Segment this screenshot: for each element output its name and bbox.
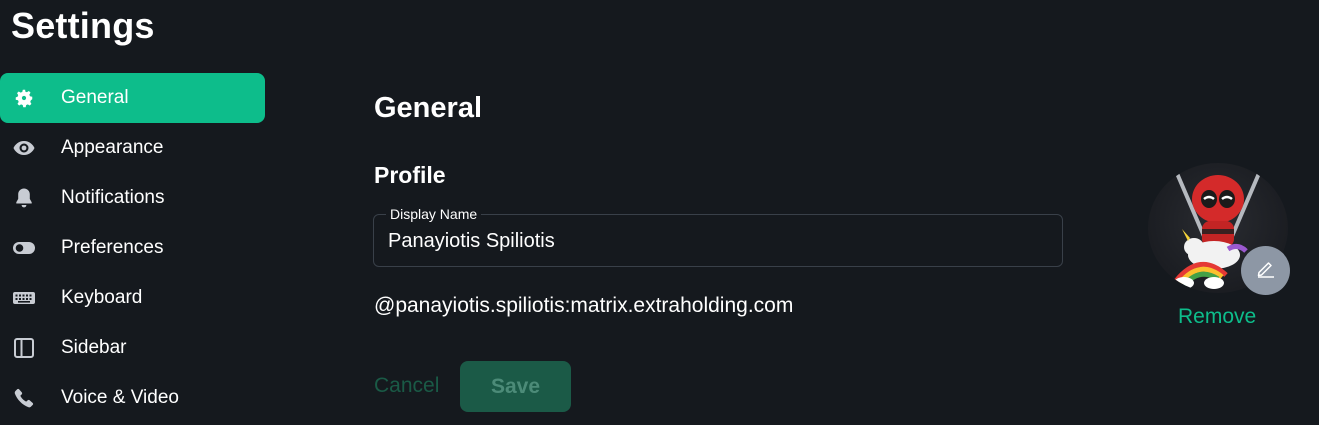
cancel-button[interactable]: Cancel [374,373,439,399]
edit-avatar-button[interactable] [1241,246,1290,295]
avatar-container [1148,163,1293,298]
sidebar-item-voice-video[interactable]: Voice & Video [0,373,265,423]
sidebar-item-label: Voice & Video [61,387,179,408]
sidebar-item-sidebar[interactable]: Sidebar [0,323,265,373]
display-name-label: Display Name [386,206,482,222]
sidebar-item-label: Appearance [61,137,164,158]
sidebar-item-notifications[interactable]: Notifications [0,173,265,223]
profile-heading: Profile [374,162,446,188]
page-title: Settings [11,5,155,46]
sidebar-item-label: Keyboard [61,287,143,308]
sidebar-item-preferences[interactable]: Preferences [0,223,265,273]
settings-sidebar: General Appearance Notifications Prefere… [0,73,265,423]
pencil-icon [1255,257,1277,284]
sidebar-item-label: Sidebar [61,337,127,358]
save-button[interactable]: Save [460,361,571,412]
sidebar-item-appearance[interactable]: Appearance [0,123,265,173]
sidebar-item-label: Notifications [61,187,165,208]
sidebar-item-label: General [61,87,129,108]
remove-avatar-link[interactable]: Remove [1178,304,1256,330]
toggle-icon [12,236,36,260]
gear-icon [12,86,36,110]
display-name-input[interactable] [388,229,1048,253]
eye-icon [12,136,36,160]
keyboard-icon [12,286,36,310]
bell-icon [12,186,36,210]
user-id: @panayiotis.spiliotis:matrix.extraholdin… [374,294,794,317]
sidebar-item-general[interactable]: General [0,73,265,123]
sidebar-item-label: Preferences [61,237,164,258]
phone-icon [12,386,36,410]
sidebar-item-keyboard[interactable]: Keyboard [0,273,265,323]
section-title: General [374,92,482,124]
settings-page: Settings General Appearance Notification… [0,0,1319,425]
display-name-field[interactable]: Display Name [373,206,1063,267]
sidebar-layout-icon [12,336,36,360]
